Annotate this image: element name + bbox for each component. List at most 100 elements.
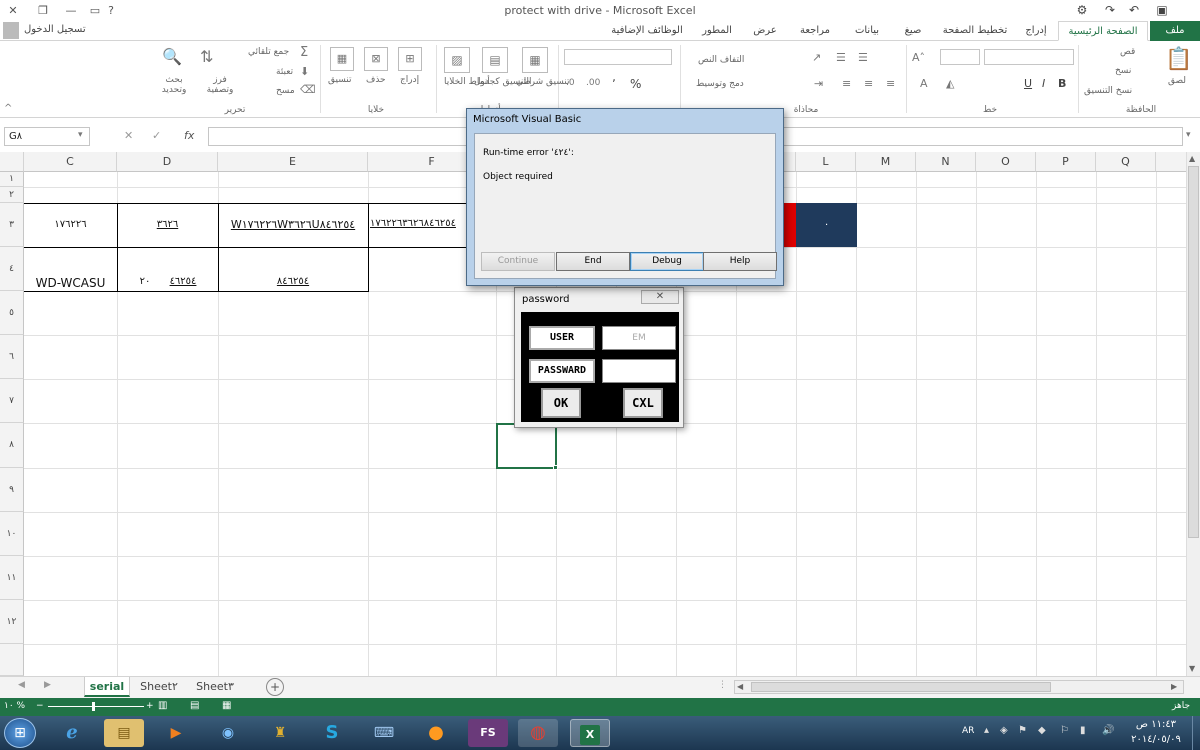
continue-button[interactable]: Continue xyxy=(481,252,555,271)
input-language[interactable]: AR xyxy=(962,726,974,736)
row-header[interactable]: ١٢ xyxy=(0,600,24,644)
minimize-window-icon[interactable]: — xyxy=(58,0,84,21)
row-header[interactable]: ١١ xyxy=(0,556,24,600)
indent-icon[interactable]: ⇥ xyxy=(814,77,823,90)
cell-d3[interactable]: ٣٦٢٦ xyxy=(117,219,218,230)
zoom-level[interactable]: ١٠ % xyxy=(4,701,25,711)
align-left-icon[interactable]: ≡ xyxy=(842,77,851,90)
normal-view-icon[interactable]: ▦ xyxy=(222,700,231,711)
media-app-icon[interactable]: ● xyxy=(416,719,456,747)
column-header[interactable]: M xyxy=(856,152,916,172)
column-header[interactable]: N xyxy=(916,152,976,172)
format-painter-button[interactable]: نسخ التنسيق xyxy=(1084,86,1132,96)
column-header[interactable]: E xyxy=(218,152,368,172)
excel-taskbar-icon[interactable]: X xyxy=(570,719,610,747)
column-header[interactable]: Q xyxy=(1096,152,1156,172)
tray-flag-icon[interactable]: ⚑ xyxy=(1018,725,1027,736)
network-app-icon[interactable]: ◉ xyxy=(208,719,248,747)
help-button[interactable]: Help xyxy=(703,252,777,271)
sort-filter-button[interactable]: فرز وتصفية xyxy=(202,75,238,95)
increase-decimal-icon[interactable]: .00 xyxy=(586,78,600,88)
horizontal-scrollbar[interactable]: ◀ ▶ xyxy=(734,680,1184,694)
row-header[interactable]: ٦ xyxy=(0,335,24,379)
column-header[interactable]: C xyxy=(24,152,117,172)
clear-button[interactable]: مسح xyxy=(276,86,295,96)
cell-e4[interactable]: ٨٤٦٢٥٤ xyxy=(218,276,368,287)
comma-button[interactable]: ٬ xyxy=(612,77,616,91)
cell-d4-number[interactable]: ٢٠ xyxy=(128,276,162,287)
align-middle-icon[interactable]: ☰ xyxy=(836,51,846,64)
scroll-up-icon[interactable]: ▲ xyxy=(1189,154,1195,163)
userform-close-icon[interactable]: ✕ xyxy=(641,290,679,304)
vertical-scroll-thumb[interactable] xyxy=(1188,166,1199,538)
number-format-box[interactable] xyxy=(564,49,672,65)
new-sheet-icon[interactable]: + xyxy=(266,678,284,696)
name-box-dropdown-icon[interactable]: ▾ xyxy=(78,130,83,140)
cancel-formula-icon[interactable]: ✕ xyxy=(124,129,133,142)
ok-button[interactable]: OK xyxy=(541,388,581,418)
format-as-table-icon[interactable]: ▤ xyxy=(482,47,508,73)
fs-app-icon[interactable]: FS xyxy=(468,719,508,747)
copy-button[interactable]: نسخ xyxy=(1115,66,1131,76)
grow-font-icon[interactable]: A˄ xyxy=(912,51,925,64)
cell-styles-button[interactable]: أنماط الخلايا xyxy=(444,77,490,87)
align-right-icon[interactable]: ≡ xyxy=(886,77,895,90)
tab-addins[interactable]: الوظائف الإضافية xyxy=(604,21,690,41)
tab-formulas[interactable]: صيغ xyxy=(894,21,932,41)
sign-in-link[interactable]: تسجيل الدخول xyxy=(24,24,86,35)
action-center-icon[interactable]: ⚐ xyxy=(1060,725,1069,736)
zoom-out-icon[interactable]: − xyxy=(36,701,44,711)
tab-file[interactable]: ملف xyxy=(1150,21,1200,41)
tab-page-layout[interactable]: تخطيط الصفحة xyxy=(936,21,1014,41)
find-select-button[interactable]: بحث وتحديد xyxy=(156,75,192,95)
row-header[interactable]: ٤ xyxy=(0,247,24,291)
scroll-left-icon[interactable]: ◀ xyxy=(737,682,743,691)
orientation-icon[interactable]: ↗ xyxy=(812,51,821,64)
row-header[interactable] xyxy=(0,644,24,676)
scroll-down-icon[interactable]: ▼ xyxy=(1189,664,1195,673)
selected-cell-g8[interactable] xyxy=(496,423,557,469)
clock-time[interactable]: ١١:٤٣ ص xyxy=(1126,719,1186,730)
clock-date[interactable]: ٢٠١٤/٠٥/٠٩ xyxy=(1122,734,1190,745)
font-name-box[interactable] xyxy=(984,49,1074,65)
paste-label[interactable]: لصق xyxy=(1168,76,1186,86)
font-color-icon[interactable]: A xyxy=(920,77,928,90)
row-header[interactable]: ١٠ xyxy=(0,512,24,556)
delete-cells-button[interactable]: حذف xyxy=(366,75,386,85)
column-header[interactable]: P xyxy=(1036,152,1096,172)
zoom-in-icon[interactable]: + xyxy=(146,701,154,711)
prev-sheet-icon[interactable]: ◀ xyxy=(18,680,25,690)
paste-icon[interactable]: 📋 xyxy=(1162,47,1196,75)
scroll-right-icon[interactable]: ▶ xyxy=(1171,682,1177,691)
row-header[interactable]: ٢ xyxy=(0,187,24,203)
insert-cells-icon[interactable]: ⊞ xyxy=(398,47,422,71)
fill-button[interactable]: تعبئة xyxy=(276,67,293,77)
tab-review[interactable]: مراجعة xyxy=(790,21,840,41)
cell-c4[interactable]: WD-WCASU xyxy=(24,276,117,290)
font-size-box[interactable] xyxy=(940,49,980,65)
user-input[interactable]: EM xyxy=(602,326,676,350)
tray-app-icon[interactable]: ◆ xyxy=(1038,725,1046,736)
row-header[interactable]: ٣ xyxy=(0,203,24,247)
cell-d4-number[interactable]: ٤٦٢٥٤ xyxy=(160,276,206,287)
merge-center-button[interactable]: دمج وتوسيط xyxy=(696,79,744,89)
keyboard-app-icon[interactable]: ⌨ xyxy=(364,719,404,747)
tray-arrow-icon[interactable]: ▴ xyxy=(984,725,989,736)
media-player-icon[interactable]: ▶ xyxy=(156,719,196,747)
skype-icon[interactable]: S xyxy=(312,719,352,747)
fill-handle[interactable] xyxy=(553,465,558,470)
autosum-button[interactable]: جمع تلقائي xyxy=(248,47,289,57)
end-button[interactable]: End xyxy=(556,252,630,271)
clear-icon[interactable]: ⌫ xyxy=(300,83,316,96)
chrome-icon[interactable]: ◍ xyxy=(518,719,558,747)
underline-button[interactable]: U xyxy=(1024,77,1032,90)
show-desktop-button[interactable] xyxy=(1192,716,1200,750)
column-header[interactable]: D xyxy=(117,152,218,172)
sheet-tab-sheet2[interactable]: Sheet٢ xyxy=(134,677,184,697)
row-header[interactable]: ٧ xyxy=(0,379,24,423)
column-header[interactable]: O xyxy=(976,152,1036,172)
start-button-icon[interactable]: ⊞ xyxy=(4,718,36,748)
bold-button[interactable]: B xyxy=(1058,77,1066,90)
tab-insert[interactable]: إدراج xyxy=(1016,21,1056,41)
debug-button[interactable]: Debug xyxy=(630,252,704,271)
